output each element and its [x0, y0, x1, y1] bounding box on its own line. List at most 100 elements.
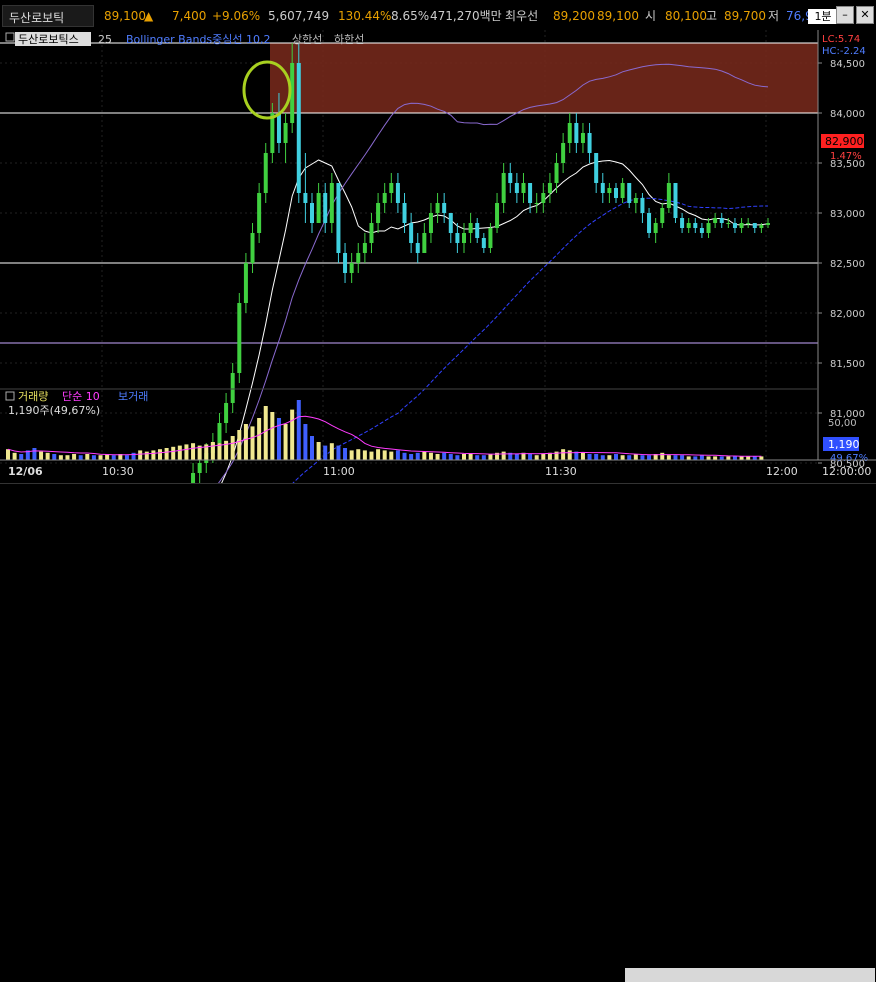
- candle-body: [607, 188, 612, 193]
- volume-bar: [600, 455, 605, 460]
- candle-body: [191, 473, 196, 483]
- volume-bar: [243, 424, 248, 460]
- volume-bar: [402, 452, 407, 460]
- volume-bar: [250, 426, 255, 460]
- time-label-1030: 10:30: [102, 465, 134, 478]
- volume-bar: [428, 452, 433, 460]
- chart-scrollbar[interactable]: [625, 968, 875, 982]
- candle-body: [316, 193, 321, 223]
- candle-body: [614, 188, 618, 198]
- candle-body: [462, 233, 466, 243]
- volume-bar: [191, 443, 196, 460]
- volume-bar: [91, 455, 96, 460]
- volume-bar: [98, 455, 103, 460]
- volume-bar: [65, 455, 70, 460]
- volume-bar: [528, 454, 533, 460]
- candle-body: [680, 218, 685, 228]
- candle-body: [580, 133, 585, 143]
- candle-body: [528, 183, 533, 203]
- candle-body: [276, 113, 281, 143]
- volume-ratio: 130.44%: [338, 9, 392, 23]
- current-price-axis-label: 82,900: [825, 135, 864, 148]
- volume-bar: [732, 456, 737, 460]
- volume-bar: [210, 442, 215, 460]
- hc-label: HC:-2.24: [822, 46, 866, 57]
- candle-body: [263, 153, 268, 193]
- volume-bar: [237, 430, 242, 460]
- legend-name: 두산로보틱스: [18, 33, 79, 46]
- timeframe-selector[interactable]: 1분: [808, 9, 838, 24]
- candle-body: [554, 163, 559, 183]
- candle-body: [732, 223, 737, 228]
- volume-bar: [58, 455, 63, 460]
- close-icon[interactable]: ✕: [856, 6, 874, 24]
- candle-body: [336, 183, 341, 253]
- candle-body: [422, 233, 427, 253]
- volume-bar: [395, 450, 400, 460]
- price-change-pct: +9.06%: [212, 9, 261, 23]
- candle-body: [468, 223, 473, 233]
- volume-bar: [336, 445, 341, 460]
- candle-body: [620, 183, 625, 198]
- candle-body: [706, 223, 711, 233]
- candle-body: [574, 123, 579, 143]
- volume-bar: [316, 442, 321, 460]
- candle-body: [666, 183, 671, 208]
- time-label-1200: 12:00: [766, 465, 798, 478]
- price-change: 7,400: [172, 9, 207, 23]
- candle-body: [435, 203, 440, 213]
- candle-body: [197, 463, 202, 473]
- candle-body: [600, 183, 605, 193]
- volume-bar: [647, 455, 652, 460]
- volume-bar: [356, 449, 361, 460]
- candle-body: [217, 423, 222, 443]
- stock-selector[interactable]: 두산로보틱: [2, 5, 94, 27]
- candle-body: [653, 223, 658, 233]
- volume-bar: [310, 436, 314, 460]
- up-arrow-icon: ▲: [144, 9, 154, 23]
- time-label-1100: 11:00: [323, 465, 355, 478]
- volume-bar: [257, 418, 262, 460]
- volume-bar: [19, 454, 24, 460]
- volume-bar: [534, 455, 539, 460]
- volume-total: 5,607,749: [268, 9, 330, 23]
- volume-bar: [111, 455, 116, 460]
- candle-body: [303, 193, 308, 203]
- candle-body: [488, 228, 493, 248]
- candle-body: [521, 183, 526, 193]
- volume-bar: [752, 456, 757, 460]
- volume-bar: [514, 454, 519, 460]
- volume-bar: [52, 454, 57, 460]
- candle-body: [541, 193, 546, 203]
- current-price: 89,100: [104, 9, 146, 23]
- best-ask-label: 최우선: [505, 9, 539, 23]
- price-tick-label: 84,000: [830, 109, 865, 120]
- volume-bar: [389, 451, 394, 460]
- volume-bar: [171, 446, 176, 460]
- minimize-icon[interactable]: –: [836, 6, 854, 24]
- volume-legend: 거래량: [18, 390, 48, 403]
- candle-body: [508, 173, 513, 183]
- volume-axis-value: 1,190: [828, 438, 860, 451]
- candle-body: [389, 183, 394, 193]
- window-controls: – ✕: [836, 6, 874, 24]
- stock-chart[interactable]: 두산로보틱스 25 Bollinger Bands중심선 10,2 상한선 하한…: [0, 30, 876, 483]
- candle-body: [594, 153, 599, 183]
- stock-name: 두산로보틱: [9, 11, 65, 25]
- volume-bar: [177, 445, 182, 460]
- candle-body: [495, 203, 500, 228]
- volume-bar: [759, 456, 764, 460]
- volume-bar: [488, 454, 493, 460]
- best-bid-price: 89,100: [597, 9, 639, 23]
- price-tick-label: 83,000: [830, 209, 865, 220]
- volume-bar: [124, 455, 129, 460]
- volume-bar: [580, 452, 585, 460]
- candle-body: [402, 203, 407, 223]
- volume-bar: [349, 450, 354, 460]
- candle-body: [726, 223, 731, 224]
- volume-y-tick: 50,00: [828, 418, 857, 429]
- volume-extra-legend: 보거래: [118, 390, 148, 403]
- legend-bb-upper: 상한선: [292, 33, 322, 46]
- candle-body: [428, 213, 433, 233]
- open-label: 시: [645, 9, 657, 23]
